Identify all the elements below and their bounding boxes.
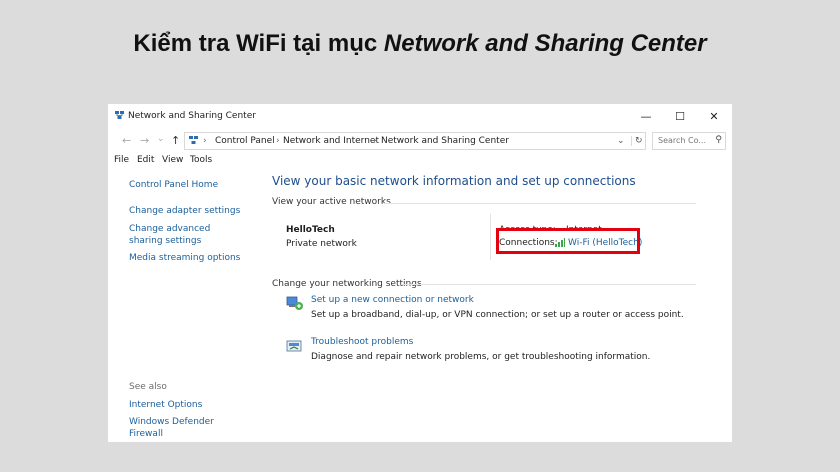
change-settings-label: Change your networking settings — [272, 279, 422, 289]
setup-connection-desc: Set up a broadband, dial-up, or VPN conn… — [311, 310, 684, 320]
banner-title-plain: Kiểm tra WiFi tại mục — [133, 30, 378, 57]
network-name: HelloTech — [286, 225, 335, 235]
maximize-button[interactable]: ☐ — [663, 104, 697, 128]
setup-connection-link[interactable]: Set up a new connection or network — [311, 295, 474, 305]
sidebar-item-advanced-sharing[interactable]: Change advanced sharing settings — [129, 223, 239, 247]
breadcrumb-separator: › — [373, 136, 377, 146]
minimize-icon: — — [640, 109, 652, 123]
troubleshoot-link[interactable]: Troubleshoot problems — [311, 337, 413, 347]
network-type: Private network — [286, 239, 357, 249]
search-icon: ⚲ — [715, 135, 722, 145]
breadcrumb-separator: › — [203, 136, 207, 146]
address-bar-row: ← → ⌄ ↑ › Control Panel › Network and In… — [108, 130, 732, 150]
main-content: View your basic network information and … — [258, 168, 732, 442]
back-arrow-icon[interactable]: ← — [122, 134, 131, 147]
up-arrow-icon[interactable]: ↑ — [171, 134, 180, 147]
control-panel-icon — [189, 136, 198, 144]
banner-title: Kiểm tra WiFi tại mục Network and Sharin… — [0, 30, 840, 58]
sidebar-item-control-panel-home[interactable]: Control Panel Home — [129, 179, 249, 191]
active-networks-label: View your active networks — [272, 197, 391, 207]
sidebar-item-firewall[interactable]: Windows Defender Firewall — [129, 416, 249, 440]
section-divider — [401, 284, 696, 285]
banner-title-italic: Network and Sharing Center — [383, 30, 707, 57]
menu-view[interactable]: View — [162, 155, 183, 165]
close-button[interactable]: ✕ — [697, 104, 731, 128]
menu-tools[interactable]: Tools — [190, 155, 212, 165]
menu-file[interactable]: File — [114, 155, 129, 165]
refresh-icon[interactable]: ↻ — [631, 136, 643, 146]
recent-locations-icon[interactable]: ⌄ — [157, 134, 165, 144]
menu-edit[interactable]: Edit — [137, 155, 154, 165]
network-sharing-window: Network and Sharing Center — ☐ ✕ ← → ⌄ ↑… — [108, 104, 732, 442]
forward-arrow-icon[interactable]: → — [140, 134, 149, 147]
new-connection-icon — [286, 296, 303, 310]
breadcrumb-network-internet[interactable]: Network and Internet — [283, 136, 379, 146]
troubleshoot-icon — [286, 340, 302, 352]
sidebar: Control Panel Home Change adapter settin… — [108, 168, 258, 442]
breadcrumb-control-panel[interactable]: Control Panel — [215, 136, 275, 146]
network-divider — [490, 214, 491, 260]
section-divider — [384, 203, 696, 204]
network-app-icon — [115, 111, 124, 119]
address-dropdown-icon[interactable]: ⌄ — [617, 136, 625, 146]
sidebar-item-media-streaming[interactable]: Media streaming options — [129, 252, 249, 264]
see-also-label: See also — [129, 382, 167, 392]
title-bar[interactable]: Network and Sharing Center — ☐ ✕ — [108, 104, 732, 128]
breadcrumb-network-sharing[interactable]: Network and Sharing Center — [381, 136, 509, 146]
sidebar-item-internet-options[interactable]: Internet Options — [129, 399, 249, 411]
maximize-icon: ☐ — [675, 109, 685, 123]
connection-highlight-box — [496, 228, 640, 254]
search-placeholder: Search Co... — [658, 136, 706, 145]
minimize-button[interactable]: — — [629, 104, 663, 128]
page-heading: View your basic network information and … — [272, 174, 636, 188]
sidebar-item-adapter-settings[interactable]: Change adapter settings — [129, 205, 249, 217]
close-icon: ✕ — [709, 109, 719, 123]
search-input[interactable]: Search Co... ⚲ — [652, 132, 726, 150]
window-title: Network and Sharing Center — [128, 111, 256, 121]
breadcrumb-separator: › — [276, 136, 280, 146]
menu-bar: File Edit View Tools — [108, 154, 732, 168]
troubleshoot-desc: Diagnose and repair network problems, or… — [311, 352, 651, 362]
address-box[interactable]: › Control Panel › Network and Internet ›… — [184, 132, 646, 150]
